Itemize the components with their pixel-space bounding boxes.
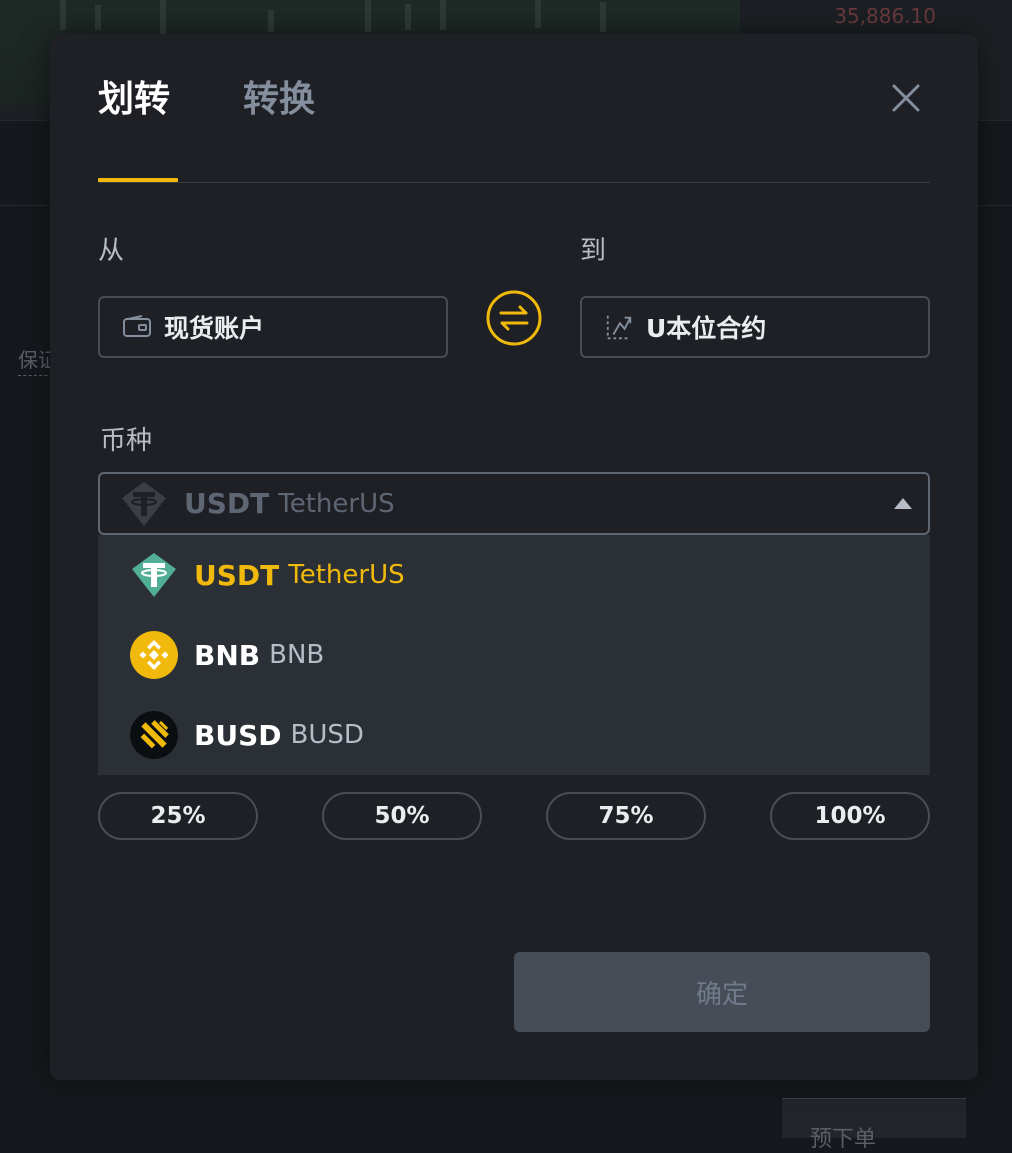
from-label: 从	[98, 236, 125, 266]
bg-candle	[160, 0, 166, 35]
coin-option-bnb[interactable]: BNB BNB	[98, 615, 930, 695]
percent-25-button[interactable]: 25%	[98, 792, 258, 840]
bg-candle	[440, 0, 446, 30]
tab-divider	[98, 182, 930, 183]
bg-candle	[535, 0, 541, 28]
wallet-icon	[122, 312, 152, 342]
coin-label: 币种	[100, 426, 153, 456]
tab-transfer[interactable]: 划转	[98, 82, 170, 118]
coin-option-usdt[interactable]: USDT TetherUS	[98, 535, 930, 615]
to-account-label: U本位合约	[646, 314, 767, 343]
selected-coin-name: TetherUS	[278, 488, 395, 519]
busd-icon	[130, 711, 178, 759]
caret-up-icon	[894, 498, 912, 509]
to-account-select[interactable]: U本位合约	[580, 296, 930, 358]
coin-option-name: BNB	[269, 640, 325, 670]
bnb-icon	[130, 631, 178, 679]
bg-candle	[600, 2, 606, 32]
coin-option-symbol: BUSD	[194, 718, 282, 752]
background-bottom-button: 预下单	[782, 1098, 966, 1152]
bg-candle	[268, 10, 274, 32]
coin-option-symbol: USDT	[194, 558, 280, 592]
to-label: 到	[580, 236, 607, 266]
coin-option-name: TetherUS	[288, 560, 405, 590]
tether-icon	[120, 480, 168, 528]
selected-coin-symbol: USDT	[184, 487, 270, 520]
percent-100-button[interactable]: 100%	[770, 792, 930, 840]
swap-accounts-button[interactable]	[486, 290, 542, 346]
bg-candle	[60, 0, 66, 30]
percent-75-button[interactable]: 75%	[546, 792, 706, 840]
swap-arrows-icon	[486, 290, 542, 346]
close-button[interactable]	[886, 80, 926, 120]
tab-convert[interactable]: 转换	[243, 82, 315, 118]
close-icon	[892, 84, 920, 112]
active-tab-indicator	[98, 178, 178, 182]
background-price: 35,886.10	[834, 4, 936, 28]
bg-candle	[95, 5, 101, 30]
coin-dropdown: USDT TetherUS BNB BNB BUSD BUSD	[98, 535, 930, 775]
coin-select[interactable]: USDT TetherUS	[98, 472, 930, 535]
coin-option-symbol: BNB	[194, 638, 261, 672]
coin-option-busd[interactable]: BUSD BUSD	[98, 695, 930, 775]
tether-icon	[130, 551, 178, 599]
from-account-label: 现货账户	[164, 314, 265, 343]
bg-candle	[405, 4, 411, 30]
from-account-select[interactable]: 现货账户	[98, 296, 448, 358]
coin-option-name: BUSD	[290, 720, 364, 750]
confirm-button[interactable]: 确定	[514, 952, 930, 1032]
percent-50-button[interactable]: 50%	[322, 792, 482, 840]
bg-candle	[365, 0, 371, 32]
futures-icon	[604, 312, 634, 342]
